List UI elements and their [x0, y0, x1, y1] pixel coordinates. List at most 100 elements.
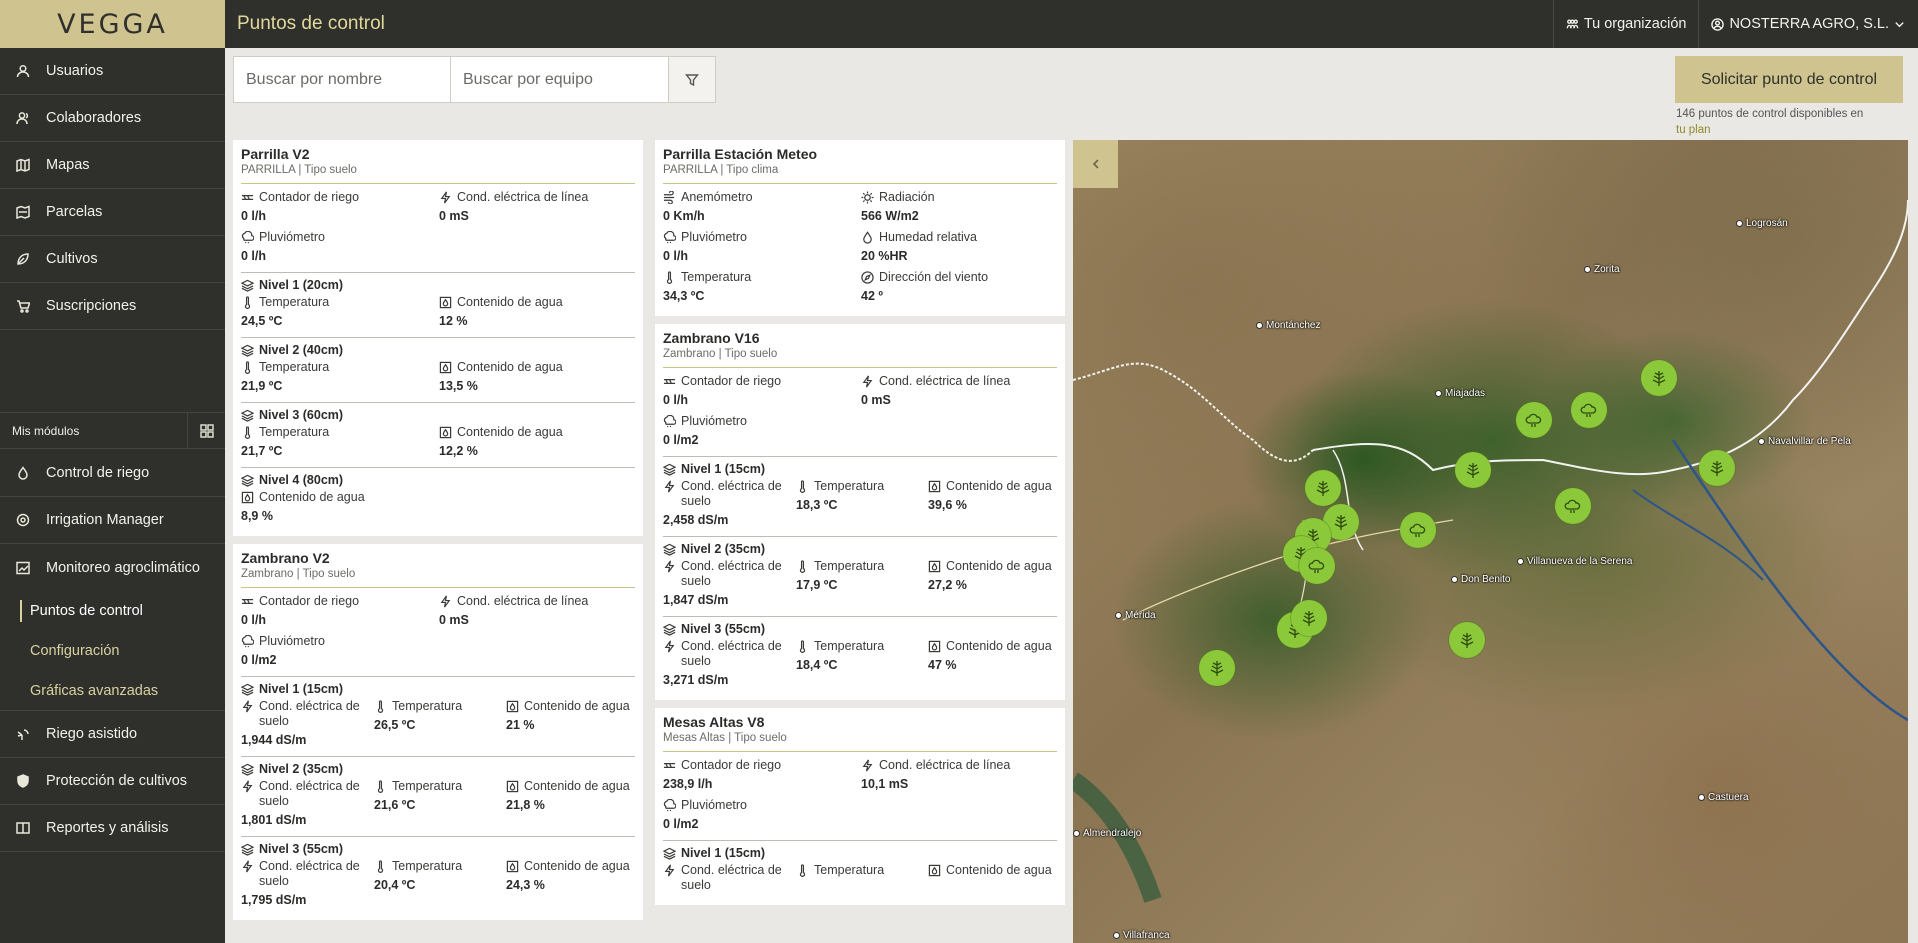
module-label: Irrigation Manager [46, 512, 164, 528]
sidebar-item-usuarios[interactable]: Usuarios [0, 48, 225, 95]
cards-column-left: Parrilla V2 PARRILLA | Tipo suelo Contad… [233, 140, 643, 928]
module-monitoreo-agroclimatico[interactable]: Monitoreo agroclimático [0, 544, 225, 591]
search-device-input[interactable] [451, 56, 669, 103]
level-title: Nivel 1 (20cm) [259, 278, 344, 292]
thermometer-icon [377, 860, 384, 873]
water-content-icon [439, 296, 452, 309]
module-proteccion-de-cultivos[interactable]: Protección de cultivos [0, 758, 225, 805]
available-points-text: 146 puntos de control disponibles en tu … [1676, 106, 1916, 138]
level-block: Nivel 1 (20cm) Temperatura 24,5 ºC Conten… [241, 272, 635, 335]
module-reportes-y-analisis[interactable]: Reportes y análisis [0, 805, 225, 852]
metric-label: Temperatura [392, 859, 463, 873]
water-content-icon [928, 864, 941, 877]
level-block: Nivel 3 (55cm) Cond. eléctrica de suelo 3… [663, 616, 1057, 694]
map-marker-tree[interactable] [1641, 360, 1677, 396]
filter-button[interactable] [669, 56, 716, 103]
metric: Contenido de agua 21 % [506, 699, 638, 748]
sidebar-item-suscripciones[interactable]: Suscripciones [0, 283, 225, 330]
cloud-icon [1580, 403, 1597, 417]
plan-link[interactable]: tu plan [1676, 124, 1711, 136]
map-marker-cloud[interactable] [1299, 548, 1335, 584]
submodule-configuracion[interactable]: Configuración [0, 631, 225, 671]
grid-icon[interactable] [187, 412, 225, 449]
tree-icon [1710, 461, 1724, 476]
sidebar-item-colaboradores[interactable]: Colaboradores [0, 95, 225, 142]
map-collapse-button[interactable] [1073, 140, 1118, 188]
control-point-card[interactable]: Zambrano V2 Zambrano | Tipo suelo Contad… [233, 544, 643, 920]
module-control-de-riego[interactable]: Control de riego [0, 450, 225, 497]
sidebar-item-cultivos[interactable]: Cultivos [0, 236, 225, 283]
organization-button[interactable]: Tu organización [1554, 0, 1699, 48]
metric-label: Temperatura [259, 425, 330, 439]
metric-label: Cond. eléctrica de suelo [259, 699, 360, 728]
request-control-point-button[interactable]: Solicitar punto de control [1675, 56, 1903, 103]
level-block: Nivel 1 (15cm) Cond. eléctrica de suelo 2… [663, 456, 1057, 534]
thermometer-icon [799, 640, 806, 653]
metric-value: 20,4 ºC [374, 878, 416, 892]
metric-label: Contador de riego [259, 594, 360, 608]
map-marker-cloud[interactable] [1555, 488, 1591, 524]
map-marker-cloud[interactable] [1400, 512, 1436, 548]
map-marker-tree[interactable] [1699, 450, 1735, 486]
cloud-icon [1564, 499, 1581, 513]
map-marker-cloud[interactable] [1571, 392, 1607, 428]
account-menu[interactable]: NOSTERRA AGRO, S.L. [1699, 0, 1918, 48]
control-point-card[interactable]: Zambrano V16 Zambrano | Tipo suelo Conta… [655, 324, 1065, 700]
compass-icon [861, 271, 874, 284]
control-point-card[interactable]: Parrilla V2 PARRILLA | Tipo suelo Contad… [233, 140, 643, 536]
metric: Temperatura 17,9 ºC [796, 559, 928, 608]
module-label: Riego asistido [46, 726, 138, 742]
metric: Anemómetro 0 Km/h [663, 190, 861, 224]
account-label: NOSTERRA AGRO, S.L. [1729, 16, 1889, 32]
metric-label: Anemómetro [681, 190, 753, 204]
metric: Cond. eléctrica de suelo 1,795 dS/m [241, 859, 374, 908]
control-point-card[interactable]: Mesas Altas V8 Mesas Altas | Tipo suelo … [655, 708, 1065, 905]
layers-icon [663, 847, 676, 860]
submodule-graficas-avanzadas[interactable]: Gráficas avanzadas [0, 671, 225, 711]
card-title: Parrilla Estación Meteo [663, 146, 818, 162]
metric-label: Contenido de agua [946, 479, 1052, 493]
water-content-icon [439, 361, 452, 374]
level-title: Nivel 2 (35cm) [681, 542, 766, 556]
metric-label: Contenido de agua [524, 859, 630, 873]
metric-value: 21,9 ºC [241, 379, 283, 393]
metric-label: Contenido de agua [524, 779, 630, 793]
metric-value: 12,2 % [439, 444, 478, 458]
metric-value: 39,6 % [928, 498, 967, 512]
map-marker-tree[interactable] [1291, 600, 1327, 636]
map-marker-tree[interactable] [1305, 470, 1341, 506]
metric-label: Pluviómetro [681, 230, 747, 244]
map-marker-tree[interactable] [1199, 650, 1235, 686]
lightning-icon [862, 759, 873, 772]
submodule-puntos-de-control[interactable]: Puntos de control [0, 591, 225, 631]
metric-label: Contenido de agua [457, 425, 563, 439]
module-riego-asistido[interactable]: Riego asistido [0, 711, 225, 758]
water-content-icon [506, 780, 519, 793]
logo-box[interactable]: VEGGA [0, 0, 225, 48]
chevron-left-icon [1092, 159, 1099, 169]
map-view[interactable]: Logrosán Zorita Montánchez Miajadas Vill… [1073, 140, 1908, 943]
metric-value: 21,8 % [506, 798, 545, 812]
water-content-icon [506, 700, 519, 713]
app-logo: VEGGA [57, 8, 168, 40]
sidebar-item-mapas[interactable]: Mapas [0, 142, 225, 189]
metric-value: 34,3 ºC [663, 289, 705, 303]
lightning-icon [440, 595, 451, 608]
search-name-input[interactable] [233, 56, 451, 103]
lightning-icon [664, 480, 675, 493]
rain-gauge-icon [241, 635, 254, 648]
map-marker-tree[interactable] [1455, 452, 1491, 488]
thermometer-icon [377, 700, 384, 713]
search-row [233, 56, 716, 103]
available-text: 146 puntos de control disponibles en [1676, 108, 1864, 120]
module-irrigation-manager[interactable]: Irrigation Manager [0, 497, 225, 544]
metric: Contenido de agua 8,9 % [241, 490, 635, 524]
water-content-icon [928, 480, 941, 493]
map-marker-cloud[interactable] [1516, 402, 1552, 438]
sun-icon [861, 191, 874, 204]
sidebar-item-parcelas[interactable]: Parcelas [0, 189, 225, 236]
shield-icon [16, 774, 30, 788]
control-point-card[interactable]: Parrilla Estación Meteo PARRILLA | Tipo … [655, 140, 1065, 316]
map-marker-tree[interactable] [1449, 622, 1485, 658]
water-content-icon [439, 426, 452, 439]
